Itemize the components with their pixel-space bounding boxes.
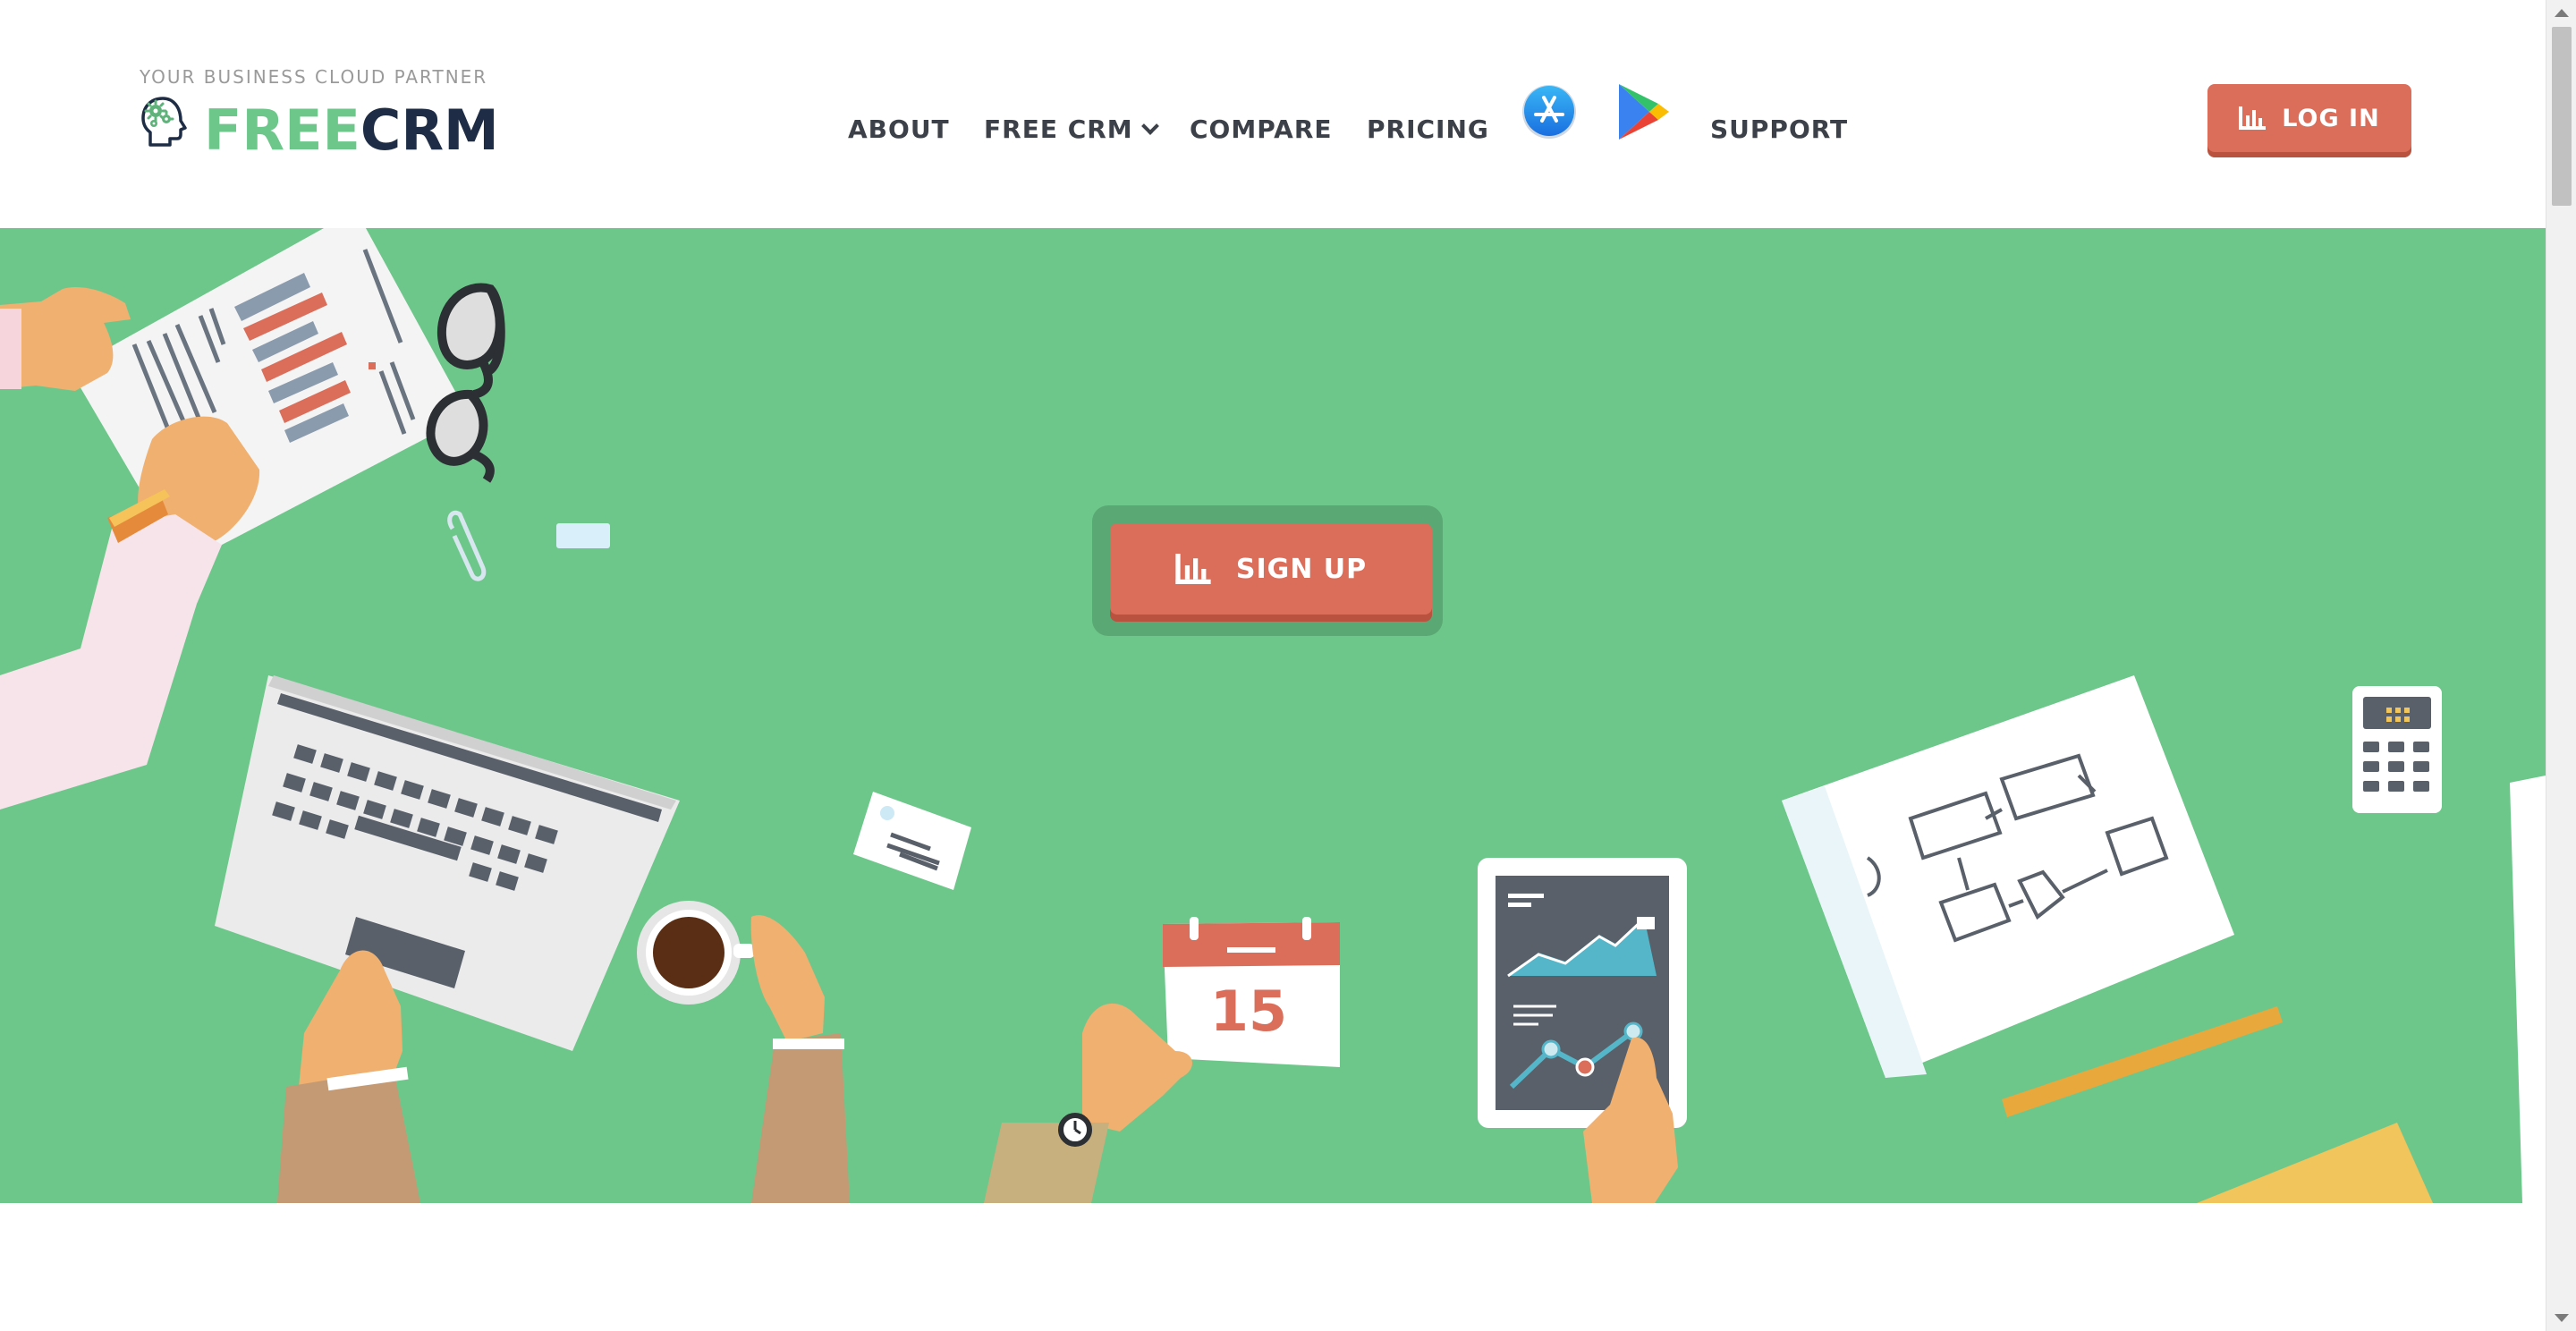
brand-wordmark: FREECRM xyxy=(204,95,499,166)
google-play-icon[interactable] xyxy=(1615,81,1673,143)
nav-pricing[interactable]: PRICING xyxy=(1367,114,1489,144)
page-scrollbar[interactable] xyxy=(2546,0,2576,1331)
business-card-illustration xyxy=(853,792,971,890)
tablet-illustration xyxy=(1478,858,1687,1203)
signup-button-frame: SIGN UP xyxy=(1092,505,1443,636)
head-gears-icon xyxy=(141,97,187,147)
blueprint-illustration xyxy=(1782,675,2433,1203)
calculator-illustration xyxy=(2352,686,2442,813)
page: YOUR BUSINESS CLOUD PARTNER FREECRM ABOU… xyxy=(0,0,2576,1331)
nav-free-crm-label: FREE CRM xyxy=(984,114,1133,144)
bar-chart-icon xyxy=(2239,106,2267,130)
site-header: YOUR BUSINESS CLOUD PARTNER FREECRM ABOU… xyxy=(0,0,2546,228)
hero-illustration: 15 xyxy=(0,228,2546,1203)
app-store-icon[interactable] xyxy=(1521,83,1578,140)
chevron-down-icon xyxy=(1140,117,1159,135)
signup-label: SIGN UP xyxy=(1235,553,1368,585)
logo-crm-text: CRM xyxy=(360,97,499,163)
nav-compare[interactable]: COMPARE xyxy=(1190,114,1333,144)
calendar-day: 15 xyxy=(1210,979,1287,1044)
nav-about[interactable]: ABOUT xyxy=(848,114,950,144)
right-edge-paper-illustration xyxy=(2510,776,2546,1203)
brand-tagline: YOUR BUSINESS CLOUD PARTNER xyxy=(140,66,488,88)
nav-free-crm[interactable]: FREE CRM xyxy=(984,114,1159,144)
scroll-up-arrow-icon[interactable] xyxy=(2555,9,2569,17)
logo-free-text: FREE xyxy=(204,97,360,163)
scroll-down-arrow-icon[interactable] xyxy=(2555,1314,2569,1322)
signup-button[interactable]: SIGN UP xyxy=(1110,523,1432,615)
login-label: LOG IN xyxy=(2282,104,2380,132)
calendar-illustration: 15 xyxy=(984,917,1340,1203)
hero-banner: 15 SIGN UP xyxy=(0,228,2546,1203)
scroll-thumb[interactable] xyxy=(2552,27,2572,206)
login-button[interactable]: LOG IN xyxy=(2207,84,2411,152)
paperclip-illustration xyxy=(447,510,487,581)
bar-chart-icon xyxy=(1175,554,1211,584)
brand-logo[interactable]: YOUR BUSINESS CLOUD PARTNER FREECRM xyxy=(136,64,499,163)
laptop-illustration xyxy=(215,675,680,1203)
coffee-cup-illustration xyxy=(637,901,850,1203)
eraser-illustration xyxy=(556,523,610,548)
nav-support[interactable]: SUPPORT xyxy=(1710,114,1848,144)
